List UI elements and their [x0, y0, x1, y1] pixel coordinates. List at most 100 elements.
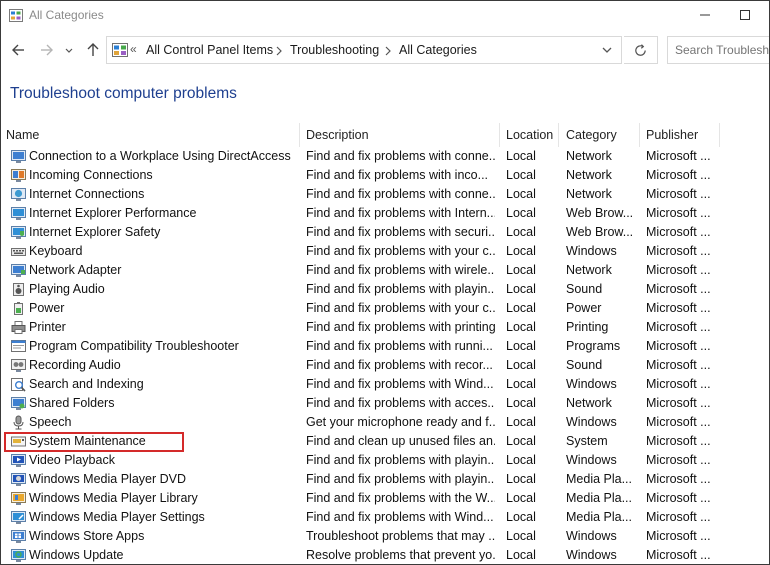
- row-category: Windows: [566, 244, 617, 258]
- row-category: Windows: [566, 529, 617, 543]
- address-dropdown-chevron-icon[interactable]: [601, 45, 613, 55]
- row-location: Local: [506, 263, 536, 277]
- row-publisher: Microsoft ...: [646, 377, 711, 391]
- table-row[interactable]: Playing Audio Find and fix problems with…: [1, 280, 769, 299]
- column-divider[interactable]: [558, 123, 559, 147]
- row-category: Network: [566, 187, 612, 201]
- breadcrumb-overflow[interactable]: «: [130, 42, 137, 56]
- row-name: Video Playback: [29, 453, 115, 467]
- table-row[interactable]: Windows Media Player Settings Find and f…: [1, 508, 769, 527]
- row-location: Local: [506, 225, 536, 239]
- column-header-publisher[interactable]: Publisher: [641, 123, 719, 147]
- table-row[interactable]: Windows Store Apps Troubleshoot problems…: [1, 527, 769, 546]
- row-name: Recording Audio: [29, 358, 121, 372]
- row-category: Windows: [566, 377, 617, 391]
- ie-performance-icon: [11, 207, 26, 220]
- up-arrow-icon[interactable]: [83, 40, 103, 60]
- row-location: Local: [506, 358, 536, 372]
- table-row[interactable]: Windows Media Player DVD Find and fix pr…: [1, 470, 769, 489]
- ie-safety-icon: [11, 226, 26, 239]
- breadcrumb-chevron-icon[interactable]: [384, 46, 392, 56]
- table-row[interactable]: Search and Indexing Find and fix problem…: [1, 375, 769, 394]
- column-header-category[interactable]: Category: [561, 123, 639, 147]
- playing-audio-icon: [13, 283, 24, 296]
- table-row[interactable]: Internet Connections Find and fix proble…: [1, 185, 769, 204]
- row-description: Find and fix problems with acces...: [306, 396, 495, 410]
- search-box[interactable]: [667, 36, 769, 64]
- row-description: Find and fix problems with wirele...: [306, 263, 495, 277]
- table-row[interactable]: Video Playback Find and fix problems wit…: [1, 451, 769, 470]
- row-publisher: Microsoft ...: [646, 453, 711, 467]
- recent-locations-chevron-icon[interactable]: [62, 40, 76, 60]
- table-row[interactable]: Network Adapter Find and fix problems wi…: [1, 261, 769, 280]
- title-bar: All Categories: [1, 1, 769, 31]
- breadcrumb-chevron-icon[interactable]: [275, 46, 283, 56]
- breadcrumb-all-control-panel-items[interactable]: All Control Panel Items: [146, 43, 273, 57]
- table-row[interactable]: Incoming Connections Find and fix proble…: [1, 166, 769, 185]
- column-divider[interactable]: [499, 123, 500, 147]
- wmp-dvd-icon: [11, 473, 26, 486]
- column-header-description[interactable]: Description: [301, 123, 499, 147]
- search-input[interactable]: [675, 43, 769, 57]
- column-header-name[interactable]: Name: [1, 123, 299, 147]
- breadcrumb-all-categories[interactable]: All Categories: [399, 43, 477, 57]
- row-name: Internet Explorer Performance: [29, 206, 197, 220]
- column-divider[interactable]: [719, 123, 720, 147]
- maximize-icon[interactable]: [735, 6, 755, 24]
- row-description: Find and fix problems with conne...: [306, 149, 495, 163]
- troubleshooting-window: All Categories « All Control Panel Items…: [0, 0, 770, 565]
- breadcrumb-troubleshooting[interactable]: Troubleshooting: [290, 43, 379, 57]
- row-name: Internet Explorer Safety: [29, 225, 161, 239]
- internet-connections-icon: [11, 188, 26, 201]
- row-publisher: Microsoft ...: [646, 320, 711, 334]
- row-location: Local: [506, 396, 536, 410]
- row-location: Local: [506, 453, 536, 467]
- table-row[interactable]: Shared Folders Find and fix problems wit…: [1, 394, 769, 413]
- row-publisher: Microsoft ...: [646, 434, 711, 448]
- table-row[interactable]: Speech Get your microphone ready and f..…: [1, 413, 769, 432]
- row-description: Get your microphone ready and f...: [306, 415, 495, 429]
- column-divider[interactable]: [299, 123, 300, 147]
- row-category: Windows: [566, 453, 617, 467]
- row-category: Media Pla...: [566, 472, 633, 486]
- minimize-icon[interactable]: [695, 6, 715, 24]
- row-location: Local: [506, 415, 536, 429]
- row-publisher: Microsoft ...: [646, 263, 711, 277]
- table-row[interactable]: Internet Explorer Safety Find and fix pr…: [1, 223, 769, 242]
- row-description: Find and fix problems with your c...: [306, 301, 495, 315]
- back-arrow-icon[interactable]: [9, 40, 29, 60]
- table-row[interactable]: Windows Media Player Library Find and fi…: [1, 489, 769, 508]
- table-row[interactable]: Windows Update Resolve problems that pre…: [1, 546, 769, 564]
- forward-arrow-icon[interactable]: [37, 40, 57, 60]
- row-description: Find and fix problems with playin...: [306, 472, 495, 486]
- table-row[interactable]: Program Compatibility Troubleshooter Fin…: [1, 337, 769, 356]
- program-compatibility-icon: [11, 340, 26, 352]
- row-description: Resolve problems that prevent yo...: [306, 548, 495, 562]
- incoming-connections-icon: [11, 169, 26, 182]
- directaccess-icon: [11, 150, 26, 163]
- row-category: Windows: [566, 548, 617, 562]
- table-row[interactable]: Connection to a Workplace Using DirectAc…: [1, 147, 769, 166]
- table-row[interactable]: Recording Audio Find and fix problems wi…: [1, 356, 769, 375]
- row-description: Find and fix problems with Wind...: [306, 377, 494, 391]
- column-header-location[interactable]: Location: [501, 123, 558, 147]
- row-location: Local: [506, 301, 536, 315]
- table-row[interactable]: Printer Find and fix problems with print…: [1, 318, 769, 337]
- table-row[interactable]: Keyboard Find and fix problems with your…: [1, 242, 769, 261]
- row-publisher: Microsoft ...: [646, 396, 711, 410]
- address-bar[interactable]: « All Control Panel Items Troubleshootin…: [106, 36, 622, 64]
- row-name: Connection to a Workplace Using DirectAc…: [29, 149, 291, 163]
- row-publisher: Microsoft ...: [646, 529, 711, 543]
- column-divider[interactable]: [639, 123, 640, 147]
- row-description: Find and fix problems with conne...: [306, 187, 495, 201]
- row-description: Find and fix problems with Intern...: [306, 206, 495, 220]
- row-description: Troubleshoot problems that may ...: [306, 529, 495, 543]
- row-name: Keyboard: [29, 244, 83, 258]
- window-title: All Categories: [29, 8, 104, 22]
- row-publisher: Microsoft ...: [646, 225, 711, 239]
- table-row[interactable]: Internet Explorer Performance Find and f…: [1, 204, 769, 223]
- table-row[interactable]: Power Find and fix problems with your c.…: [1, 299, 769, 318]
- refresh-button[interactable]: [624, 36, 658, 64]
- row-location: Local: [506, 491, 536, 505]
- row-publisher: Microsoft ...: [646, 244, 711, 258]
